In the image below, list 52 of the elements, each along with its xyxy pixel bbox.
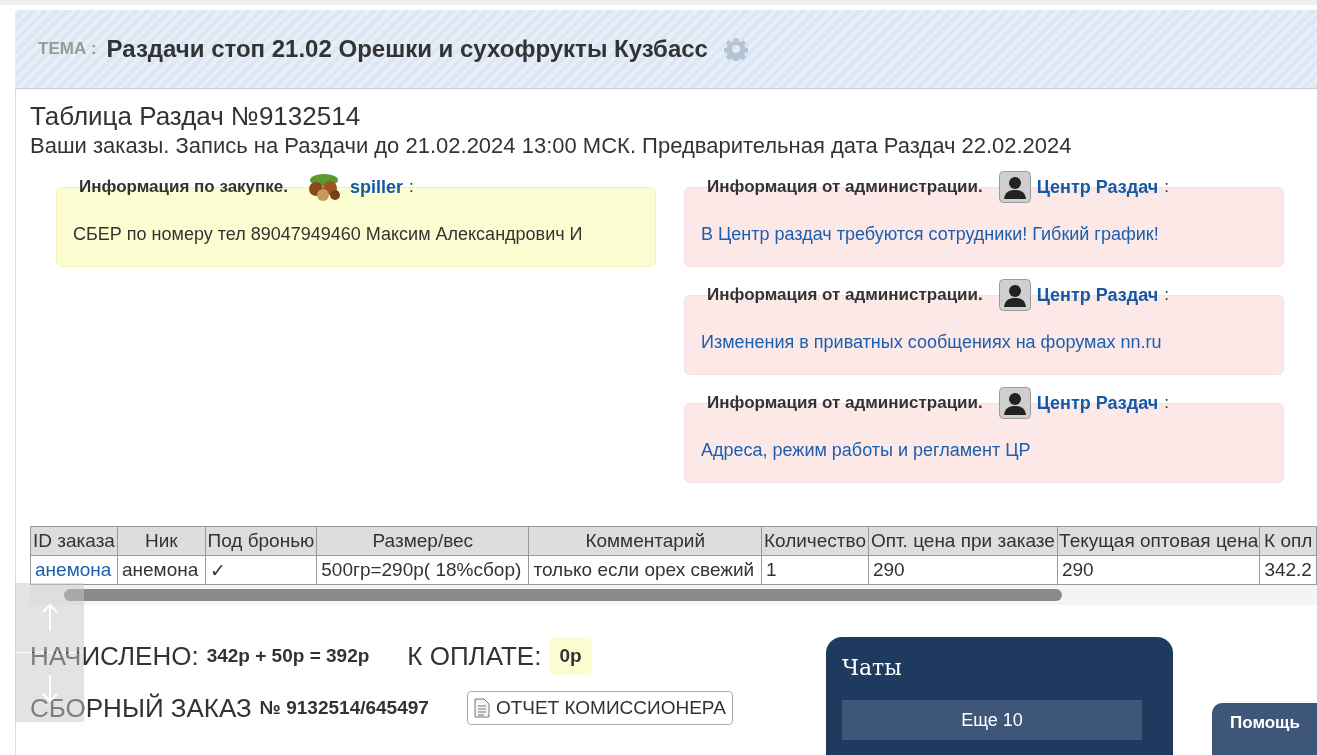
table-title: Таблица Раздач №9132514 bbox=[30, 101, 362, 131]
combined-order-label: СБОРНЫЙ ЗАКАЗ bbox=[30, 692, 252, 724]
table-cell: 500гр=290р( 18%сбор) bbox=[321, 559, 522, 580]
avatar-icon bbox=[998, 171, 1031, 203]
column-header: Ник bbox=[117, 526, 206, 556]
separator: : bbox=[409, 177, 414, 197]
to-pay-label: К ОПЛАТЕ: bbox=[407, 640, 542, 672]
column-header: Опт. цена при заказе bbox=[868, 526, 1058, 556]
column-header: К опл bbox=[1259, 526, 1317, 556]
more-chats-button[interactable]: Еще 10 bbox=[842, 700, 1142, 740]
author-link[interactable]: spiller bbox=[350, 176, 404, 198]
separator: : bbox=[1164, 177, 1169, 197]
info-text: СБЕР по номеру тел 89047949460 Максим Александрович И bbox=[73, 223, 583, 245]
document-icon bbox=[473, 698, 490, 718]
topic-title: Раздачи стоп 21.02 Орешки и сухофрукты Кузбасс bbox=[106, 35, 708, 63]
table-cell: 290 bbox=[1061, 559, 1094, 580]
column-header: Количество bbox=[761, 526, 869, 556]
column-header: Комментарий bbox=[528, 526, 762, 556]
table-cell: анемона bbox=[121, 559, 199, 580]
info-heading: Информация по закупке. bbox=[79, 177, 288, 197]
author-link[interactable]: Центр Раздач bbox=[1036, 176, 1159, 198]
table-cell: только если орех свежий bbox=[533, 559, 755, 580]
column-header: Текущая оптовая цена bbox=[1057, 526, 1260, 556]
report-button[interactable]: ОТЧЕТ КОМИССИОНЕРА bbox=[466, 691, 733, 725]
topic-label: ТЕМА : bbox=[38, 39, 97, 59]
separator: : bbox=[1164, 285, 1169, 305]
notice-link[interactable]: В Центр раздач требуются сотрудники! Гибкий график! bbox=[701, 223, 1159, 245]
author-link[interactable]: Центр Раздач bbox=[1036, 284, 1159, 306]
table-cell: ✓ bbox=[209, 559, 226, 581]
column-header: ID заказа bbox=[30, 526, 118, 556]
info-heading: Информация от администрации. bbox=[707, 285, 983, 305]
to-pay-value: 0р bbox=[549, 637, 592, 675]
column-header: Размер/вес bbox=[316, 526, 529, 556]
charged-value: 342р + 50р = 392р bbox=[206, 645, 370, 667]
avatar-icon bbox=[998, 387, 1031, 419]
charged-label: НАЧИСЛЕНО: bbox=[30, 640, 199, 672]
combined-order-number: № 9132514/645497 bbox=[259, 697, 429, 719]
author-link[interactable]: Центр Раздач bbox=[1036, 392, 1159, 414]
column-header: Под бронью bbox=[205, 526, 317, 556]
horizontal-scrollbar[interactable] bbox=[30, 585, 1317, 605]
subtitle: Ваши заказы. Запись на Раздачи до 21.02.2024 13:00 МСК. Предварительная дата Раздач 22.02.2024 bbox=[30, 132, 1073, 160]
notice-link[interactable]: Изменения в приватных сообщениях на форумах nn.ru bbox=[701, 331, 1162, 353]
table-cell: 290 bbox=[872, 559, 905, 580]
help-button[interactable]: Помощь bbox=[1212, 703, 1317, 755]
info-heading: Информация от администрации. bbox=[707, 177, 983, 197]
separator: : bbox=[1164, 393, 1169, 413]
info-heading: Информация от администрации. bbox=[707, 393, 983, 413]
table-cell: 342.2 bbox=[1264, 559, 1312, 580]
chats-title: Чаты bbox=[842, 655, 903, 680]
table-cell: 1 bbox=[766, 559, 777, 580]
avatar-icon bbox=[998, 279, 1031, 311]
notice-link[interactable]: Адреса, режим работы и регламент ЦР bbox=[701, 439, 1031, 461]
